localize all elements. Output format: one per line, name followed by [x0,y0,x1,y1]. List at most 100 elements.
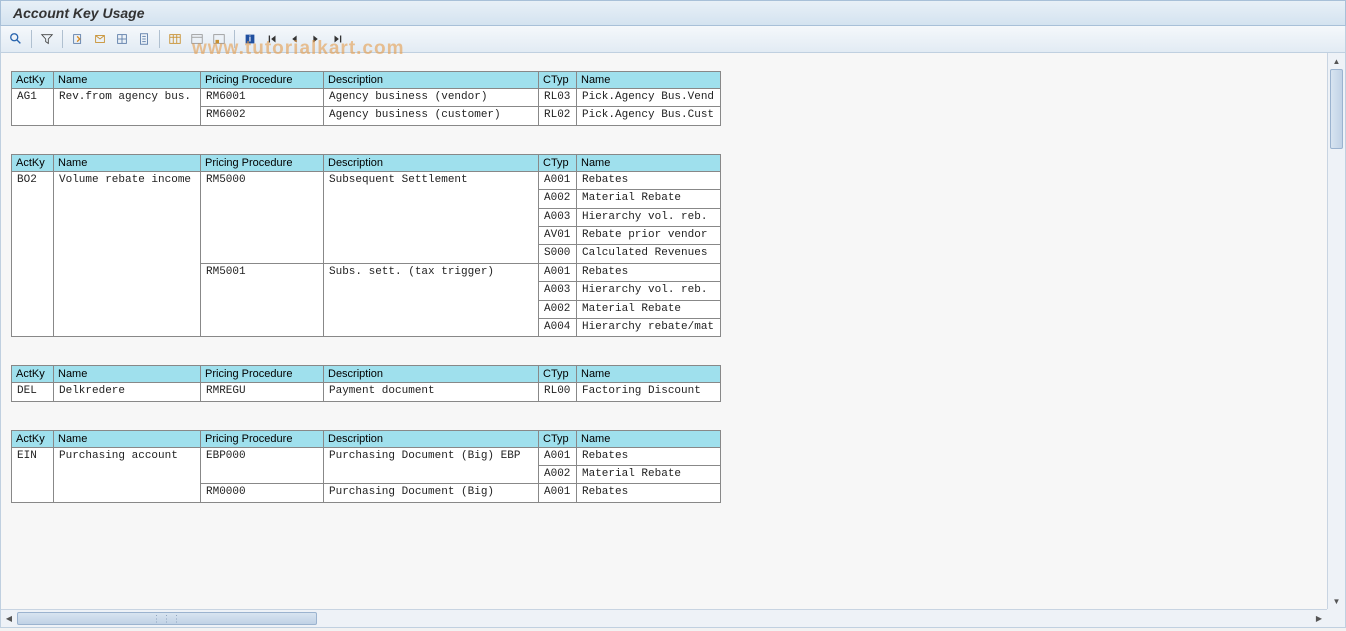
toolbar: i [0,26,1346,53]
svg-text:i: i [249,35,251,44]
horizontal-scrollbar[interactable]: ◀ ⋮⋮⋮ ▶ [1,609,1327,627]
spreadsheet-icon[interactable] [112,29,132,49]
table-header-row: ActKyNamePricing ProcedureDescriptionCTy… [12,430,721,447]
cell-actky: EIN [12,447,54,502]
scroll-left-arrow[interactable]: ◀ [1,610,17,627]
column-header[interactable]: Name [577,154,721,171]
filter-icon[interactable] [37,29,57,49]
toolbar-separator [234,30,235,48]
toolbar-separator [159,30,160,48]
table-header-row: ActKyNamePricing ProcedureDescriptionCTy… [12,154,721,171]
cell-desc: Subs. sett. (tax trigger) [324,263,539,337]
column-header[interactable]: Name [577,72,721,89]
cell-name2: Rebate prior vendor [577,226,721,244]
column-header[interactable]: Name [54,154,201,171]
cell-name: Volume rebate income [54,171,201,337]
prev-page-icon[interactable] [284,29,304,49]
cell-actky: DEL [12,383,54,401]
scroll-thumb[interactable] [1330,69,1343,149]
column-header[interactable]: ActKy [12,154,54,171]
cell-ctyp: RL02 [539,107,577,125]
column-header[interactable]: Pricing Procedure [201,154,324,171]
scroll-corner [1327,609,1345,627]
column-header[interactable]: CTyp [539,72,577,89]
table-header-row: ActKyNamePricing ProcedureDescriptionCTy… [12,366,721,383]
layout-select-icon[interactable] [187,29,207,49]
column-header[interactable]: Description [324,366,539,383]
cell-name2: Calculated Revenues [577,245,721,263]
cell-actky: BO2 [12,171,54,337]
vertical-scrollbar[interactable]: ▲ ▼ [1327,53,1345,609]
cell-name2: Hierarchy vol. reb. [577,282,721,300]
cell-name2: Rebates [577,171,721,189]
toolbar-separator [31,30,32,48]
column-header[interactable]: Description [324,72,539,89]
cell-ctyp: A002 [539,466,577,484]
cell-ctyp: A003 [539,208,577,226]
cell-name2: Factoring Discount [577,383,721,401]
cell-ctyp: A004 [539,318,577,336]
column-header[interactable]: ActKy [12,430,54,447]
column-header[interactable]: Name [54,430,201,447]
cell-ctyp: AV01 [539,226,577,244]
toolbar-separator [62,30,63,48]
column-header[interactable]: Description [324,430,539,447]
table-row[interactable]: EINPurchasing accountEBP000Purchasing Do… [12,447,721,465]
cell-ctyp: RL00 [539,383,577,401]
cell-proc: RM6001 [201,89,324,107]
column-header[interactable]: Pricing Procedure [201,430,324,447]
detail-icon[interactable] [6,29,26,49]
table-header-row: ActKyNamePricing ProcedureDescriptionCTy… [12,72,721,89]
column-header[interactable]: ActKy [12,366,54,383]
cell-name2: Hierarchy vol. reb. [577,208,721,226]
page-title: Account Key Usage [13,5,144,21]
content-area: ActKyNamePricing ProcedureDescriptionCTy… [1,53,1327,609]
cell-name: Delkredere [54,383,201,401]
export-icon[interactable] [68,29,88,49]
scroll-down-arrow[interactable]: ▼ [1328,593,1345,609]
cell-ctyp: A002 [539,190,577,208]
column-header[interactable]: CTyp [539,154,577,171]
column-header[interactable]: Name [577,366,721,383]
cell-name: Rev.from agency bus. [54,89,201,126]
last-page-icon[interactable] [328,29,348,49]
content-wrapper: ActKyNamePricing ProcedureDescriptionCTy… [0,53,1346,628]
column-header[interactable]: Pricing Procedure [201,366,324,383]
cell-name2: Material Rebate [577,300,721,318]
column-header[interactable]: CTyp [539,430,577,447]
column-header[interactable]: Name [54,72,201,89]
cell-desc: Purchasing Document (Big) [324,484,539,502]
column-header[interactable]: Pricing Procedure [201,72,324,89]
scroll-thumb[interactable]: ⋮⋮⋮ [17,612,317,625]
cell-ctyp: A001 [539,263,577,281]
layout-change-icon[interactable] [165,29,185,49]
wordprocess-icon[interactable] [134,29,154,49]
send-icon[interactable] [90,29,110,49]
cell-desc: Payment document [324,383,539,401]
scroll-up-arrow[interactable]: ▲ [1328,53,1345,69]
table-row[interactable]: AG1Rev.from agency bus.RM6001Agency busi… [12,89,721,107]
scroll-track[interactable] [1328,69,1345,593]
table-row[interactable]: BO2Volume rebate incomeRM5000Subsequent … [12,171,721,189]
column-header[interactable]: Name [54,366,201,383]
account-key-table: ActKyNamePricing ProcedureDescriptionCTy… [11,430,721,503]
table-row[interactable]: DELDelkredereRMREGUPayment documentRL00F… [12,383,721,401]
layout-save-icon[interactable] [209,29,229,49]
info-icon[interactable]: i [240,29,260,49]
column-header[interactable]: CTyp [539,366,577,383]
next-page-icon[interactable] [306,29,326,49]
cell-ctyp: A001 [539,484,577,502]
scroll-track[interactable]: ⋮⋮⋮ [17,610,1311,627]
cell-proc: RM5001 [201,263,324,337]
cell-ctyp: A001 [539,447,577,465]
cell-name2: Pick.Agency Bus.Vend [577,89,721,107]
cell-proc: RM5000 [201,171,324,263]
column-header[interactable]: Name [577,430,721,447]
cell-desc: Agency business (customer) [324,107,539,125]
cell-name2: Material Rebate [577,190,721,208]
account-key-table: ActKyNamePricing ProcedureDescriptionCTy… [11,71,721,126]
scroll-right-arrow[interactable]: ▶ [1311,610,1327,627]
column-header[interactable]: Description [324,154,539,171]
first-page-icon[interactable] [262,29,282,49]
column-header[interactable]: ActKy [12,72,54,89]
